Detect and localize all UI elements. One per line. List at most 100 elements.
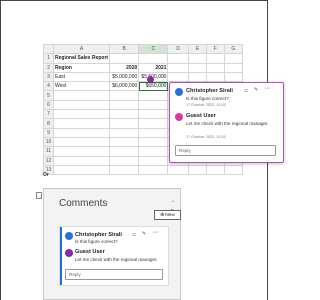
comments-pane-title: Comments	[59, 198, 108, 209]
pane-reply-author: Guest User	[75, 249, 105, 255]
column-header-a[interactable]: A	[52, 43, 111, 55]
pane-reply-body: Let me check with the regional manager.	[75, 257, 158, 262]
column-header-d[interactable]: D	[167, 43, 189, 55]
sheet-cell[interactable]	[109, 155, 140, 166]
sheet-cell[interactable]	[223, 62, 244, 73]
row-header[interactable]: 6	[43, 99, 54, 111]
sheet-cell[interactable]	[109, 118, 140, 129]
comment-thread-card: Christopher Sirali ⊂ ✎ ··· Is this figur…	[169, 82, 284, 163]
reply-date: 17 October 2022, 10:31	[186, 135, 226, 139]
sheet-cell[interactable]	[205, 62, 225, 73]
pane-edit-icon[interactable]: ✎	[142, 231, 146, 237]
sheet-cell[interactable]	[205, 71, 225, 83]
column-header-g[interactable]: G	[223, 43, 244, 55]
sheet-cell[interactable]: 2020	[109, 62, 140, 73]
sheet-cell[interactable]	[109, 109, 140, 120]
column-header-e[interactable]: E	[187, 43, 207, 55]
link-icon[interactable]: ⊂	[244, 88, 248, 94]
sheet-cell[interactable]	[187, 53, 207, 64]
sheet-cell[interactable]	[205, 53, 225, 64]
sheet-cell[interactable]	[138, 146, 169, 157]
row-header[interactable]: 1	[43, 53, 54, 64]
row-header[interactable]: 3	[43, 71, 54, 83]
pane-reply-input[interactable]: Reply	[65, 269, 163, 280]
sheet-cell[interactable]	[138, 53, 169, 64]
row-header[interactable]: 11	[43, 146, 54, 157]
sheet-cell[interactable]	[138, 136, 169, 148]
column-header-b[interactable]: B	[109, 43, 140, 55]
reply-author-name: Guest User	[186, 113, 216, 119]
column-header-c[interactable]: C	[138, 43, 169, 55]
pane-more-icon[interactable]: ···	[153, 230, 158, 236]
sheet-cell[interactable]	[52, 127, 111, 138]
sheet-cell[interactable]	[223, 71, 244, 83]
sheet-cell[interactable]	[205, 164, 225, 176]
sheet-cell[interactable]: West	[52, 81, 111, 92]
row-header[interactable]: 5	[43, 90, 54, 101]
reply-input[interactable]: Reply	[175, 145, 276, 156]
new-comment-button[interactable]: ⊕ New	[154, 210, 181, 220]
sheet-cell[interactable]	[109, 146, 140, 157]
row-header[interactable]: 12	[43, 155, 54, 166]
sheet-cell[interactable]: Regional Sales Report	[52, 53, 111, 64]
sheet-cell[interactable]	[109, 90, 140, 101]
sheet-cell[interactable]	[109, 164, 140, 176]
reply-author-avatar	[175, 113, 183, 121]
sheet-cell[interactable]	[167, 71, 189, 83]
comment-indicator-marker[interactable]	[147, 76, 154, 83]
sheet-cell[interactable]	[167, 164, 189, 176]
author-avatar	[175, 88, 183, 96]
sheet-cell[interactable]	[52, 90, 111, 101]
sheet-cell[interactable]	[167, 62, 189, 73]
sheet-cell[interactable]: $650,000	[138, 81, 169, 92]
sheet-cell[interactable]	[138, 99, 169, 111]
pane-link-icon[interactable]: ⊂	[132, 232, 136, 238]
sheet-cell[interactable]	[223, 164, 244, 176]
row-header[interactable]: 2	[43, 62, 54, 73]
sheet-cell[interactable]	[187, 164, 207, 176]
sheet-cell[interactable]	[52, 164, 111, 176]
sheet-cell[interactable]	[52, 155, 111, 166]
more-icon[interactable]: ···	[265, 86, 270, 92]
scroll-up-arrow[interactable]	[36, 192, 42, 199]
sheet-cell[interactable]	[109, 99, 140, 111]
new-comment-icon: ⊕	[160, 212, 165, 218]
row-header[interactable]: 10	[43, 136, 54, 148]
sheet-cell[interactable]	[138, 127, 169, 138]
sheet-cell[interactable]: $6,000,000	[109, 81, 140, 92]
row-header[interactable]: 8	[43, 118, 54, 129]
row-header[interactable]: 9	[43, 127, 54, 138]
sheet-row: 3 East $5,000,000 $5,500,000	[43, 71, 244, 83]
comment-body: Is this figure correct?	[186, 96, 229, 101]
sheet-cell[interactable]: $5,000,000	[109, 71, 140, 83]
sheet-cell[interactable]: Region	[52, 62, 111, 73]
pane-comment-thread[interactable]: Christopher Sirali ⊂ ✎ ··· Is this figur…	[59, 226, 169, 286]
sheet-cell[interactable]	[167, 53, 189, 64]
sheet-cell[interactable]	[187, 71, 207, 83]
sheet-row: 2 Region 2020 2021	[43, 62, 244, 73]
select-all-corner[interactable]	[43, 43, 54, 55]
sheet-cell[interactable]	[187, 62, 207, 73]
sheet-cell[interactable]	[138, 164, 169, 176]
sheet-cell[interactable]	[138, 90, 169, 101]
sheet-cell[interactable]	[52, 99, 111, 111]
sheet-cell[interactable]	[223, 53, 244, 64]
sheet-cell[interactable]	[109, 136, 140, 148]
row-header[interactable]: 4	[43, 81, 54, 92]
sheet-cell[interactable]	[109, 53, 140, 64]
sheet-cell[interactable]	[109, 127, 140, 138]
sheet-cell[interactable]	[52, 118, 111, 129]
sheet-cell[interactable]	[138, 109, 169, 120]
row-header[interactable]: 7	[43, 109, 54, 120]
sheet-cell[interactable]	[52, 146, 111, 157]
sheet-cell[interactable]: East	[52, 71, 111, 83]
chevron-down-icon[interactable]: ⌄	[171, 198, 175, 204]
reply-input-placeholder: Reply	[179, 148, 191, 153]
sheet-cell[interactable]	[52, 109, 111, 120]
sheet-cell[interactable]: 2021	[138, 62, 169, 73]
column-header-f[interactable]: F	[205, 43, 225, 55]
sheet-cell[interactable]	[138, 155, 169, 166]
edit-icon[interactable]: ✎	[254, 87, 258, 93]
sheet-cell[interactable]	[52, 136, 111, 148]
sheet-cell[interactable]	[138, 118, 169, 129]
